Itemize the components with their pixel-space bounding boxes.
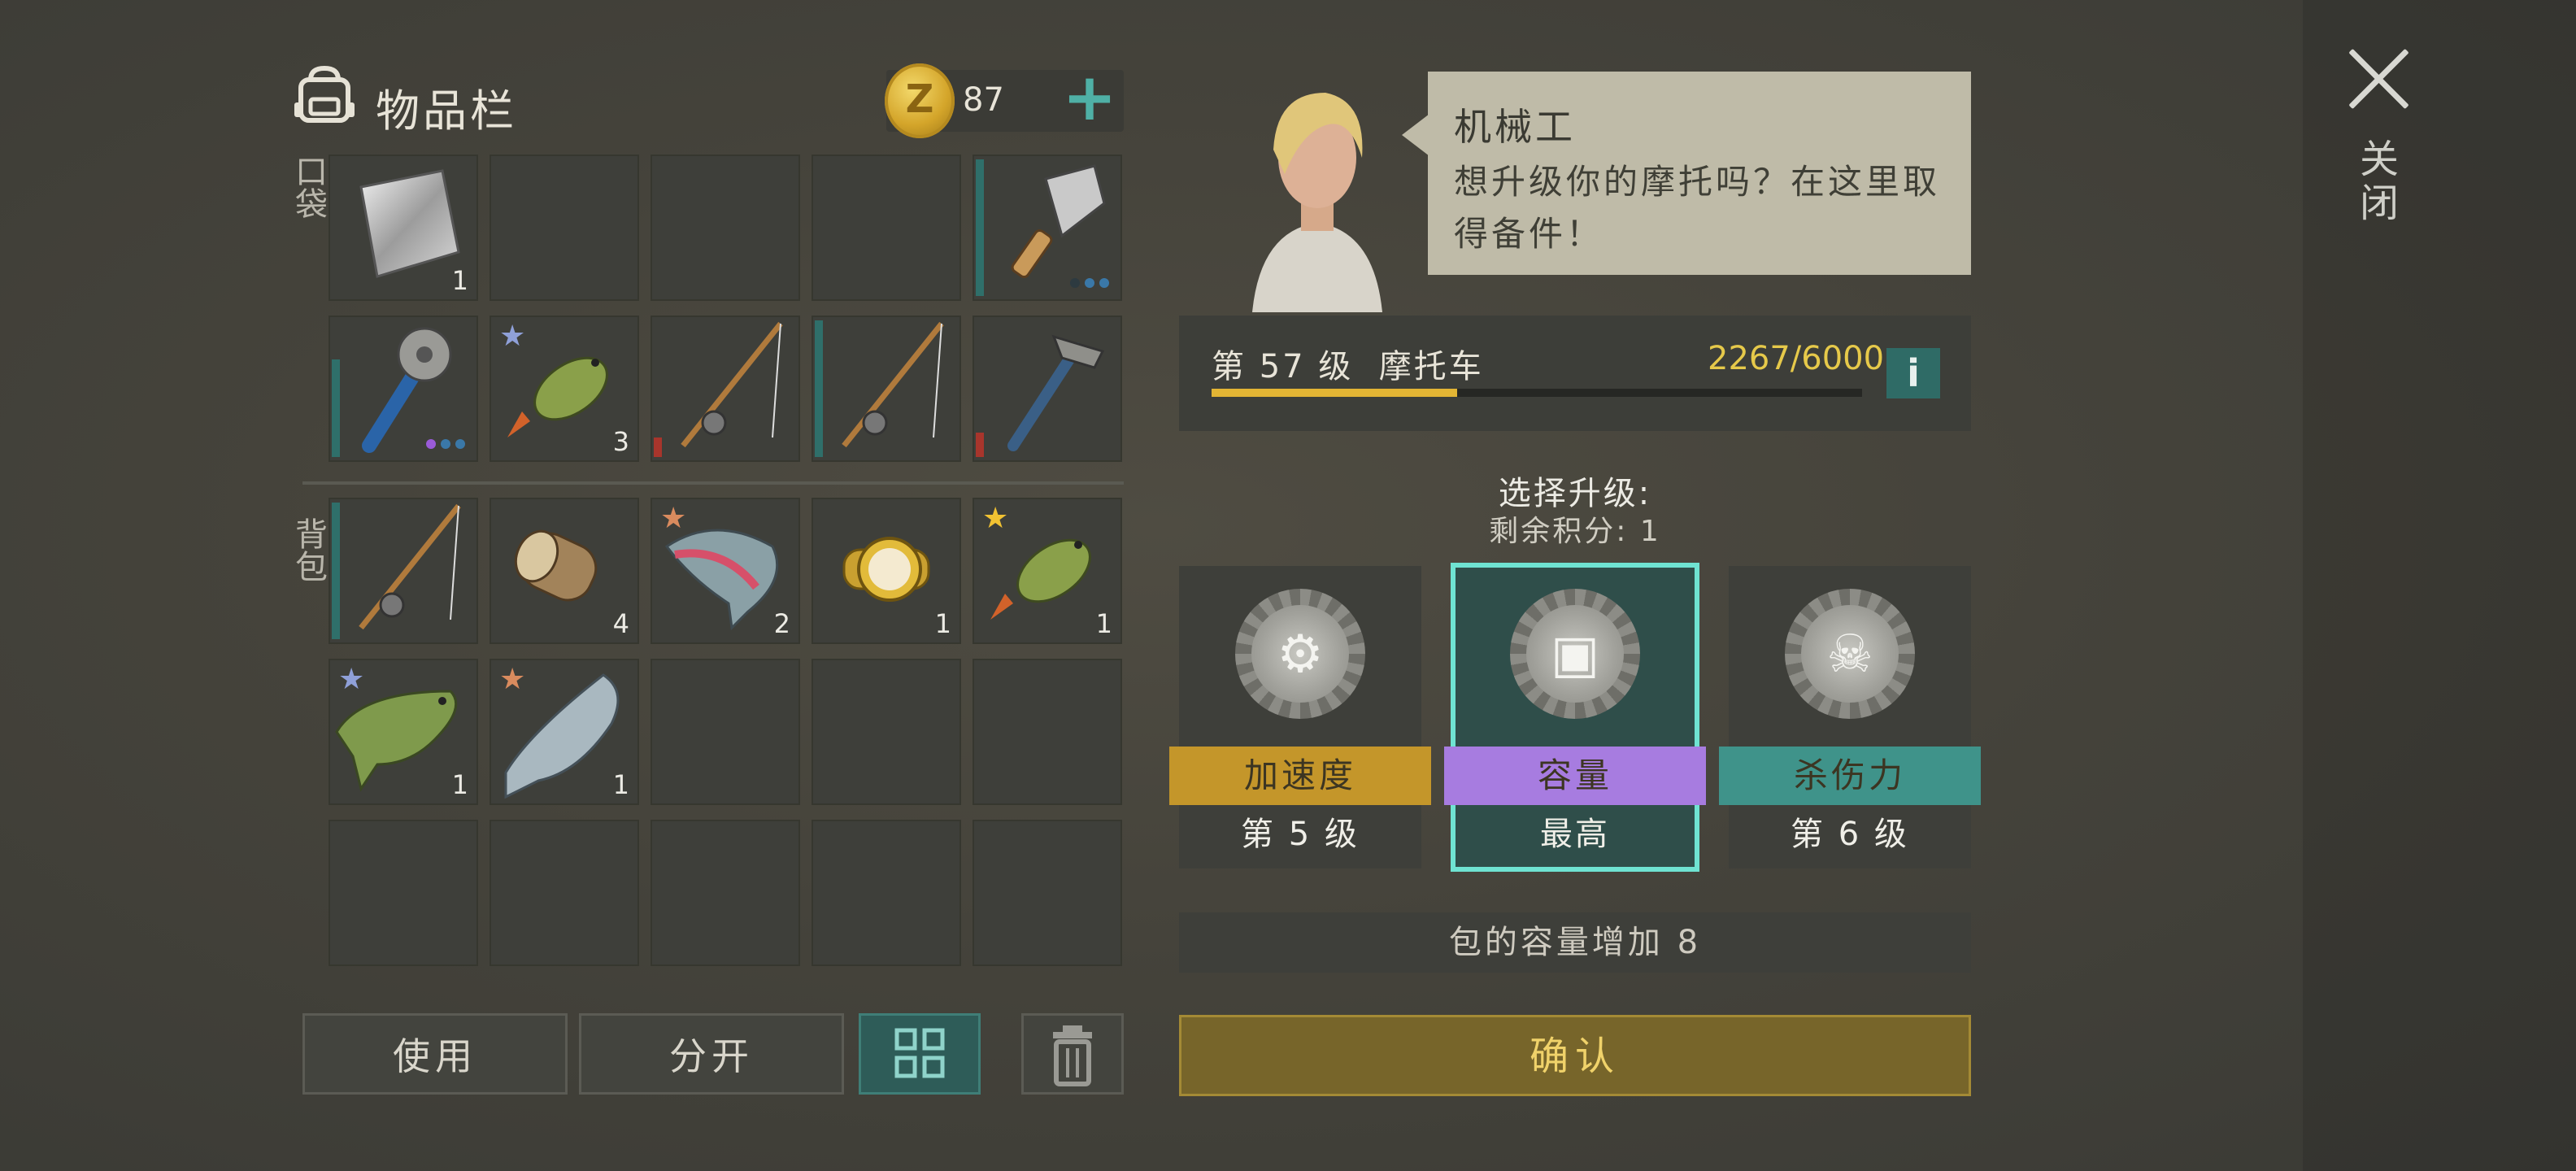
inventory-slot[interactable]	[329, 820, 478, 966]
inventory-slot[interactable]: ★ 2	[651, 498, 800, 644]
upgrade-orb: ⚙	[1235, 589, 1365, 719]
skull-icon: ☠	[1826, 625, 1873, 685]
hatchet-icon	[1007, 334, 1105, 451]
rarity-star-icon: ★	[660, 502, 687, 535]
inventory-slot[interactable]	[651, 820, 800, 966]
upgrade-label: 加速度	[1169, 747, 1431, 805]
close-label[interactable]: 关闭	[2352, 138, 2399, 226]
delete-button[interactable]	[1021, 1013, 1124, 1095]
inventory-slot[interactable]	[812, 316, 961, 462]
upgrade-card-damage[interactable]: ☠ 杀伤力 第 6 级	[1719, 566, 1981, 868]
item-count: 4	[612, 608, 629, 639]
rarity-star-icon: ★	[499, 320, 526, 353]
inventory-title: 物品栏	[376, 85, 517, 137]
inventory-slot[interactable]: ★ 1	[490, 659, 639, 805]
inventory-slot[interactable]: ★ 3	[490, 316, 639, 462]
npc-message: 想升级你的摩托吗？在这里取得备件！	[1454, 162, 1941, 254]
quality-dots	[1070, 278, 1109, 288]
rarity-star-icon: ★	[499, 663, 526, 696]
vehicle-xp: 2267/6000	[1708, 340, 1885, 377]
upgrade-card-acceleration[interactable]: ⚙ 加速度 第 5 级	[1169, 566, 1431, 868]
xp-progress-track	[1212, 389, 1862, 397]
capacity-bag-icon: ▣	[1550, 625, 1600, 685]
rarity-star-icon: ★	[338, 663, 365, 696]
backpack-icon	[294, 65, 355, 123]
inventory-slot[interactable]: ★ 1	[329, 659, 478, 805]
coin-icon: Z	[885, 63, 955, 138]
split-button[interactable]: 分开	[579, 1013, 844, 1095]
item-count: 1	[451, 265, 468, 296]
inventory-slot[interactable]	[973, 820, 1122, 966]
item-count: 1	[612, 769, 629, 800]
inventory-slot[interactable]	[651, 316, 800, 462]
durability-bar	[976, 433, 984, 457]
right-panel-strip	[2303, 0, 2576, 1171]
upgrade-orb: ☠	[1785, 589, 1915, 719]
durability-bar	[815, 320, 823, 457]
upgrade-label: 容量	[1444, 747, 1706, 805]
fishing-rod-icon	[681, 321, 783, 448]
pocket-label: 口袋	[289, 155, 327, 220]
xp-progress-fill	[1212, 389, 1458, 397]
rarity-star-icon: ★	[982, 502, 1009, 535]
item-count: 3	[612, 426, 629, 457]
mechanic-portrait	[1252, 93, 1382, 312]
inventory-slot[interactable]	[651, 155, 800, 301]
inventory-slot[interactable]	[973, 155, 1122, 301]
use-button[interactable]: 使用	[302, 1013, 568, 1095]
grid-icon	[894, 1028, 945, 1078]
upgrade-level: 最高	[1540, 816, 1610, 853]
inventory-slot[interactable]: 4	[490, 498, 639, 644]
acceleration-icon: ⚙	[1277, 625, 1324, 685]
inventory-slot[interactable]	[812, 155, 961, 301]
inventory-slot[interactable]	[490, 820, 639, 966]
vehicle-level: 第 57 级	[1212, 348, 1354, 385]
inventory-slot[interactable]: 1	[812, 498, 961, 644]
upgrade-orb: ▣	[1510, 589, 1640, 719]
inventory-slot[interactable]	[973, 316, 1122, 462]
coin-symbol: Z	[905, 76, 934, 122]
durability-bar	[976, 159, 984, 296]
inventory-slot[interactable]	[329, 498, 478, 644]
vehicle-level-title: 第 57 级 摩托车	[1212, 340, 1484, 387]
trash-icon	[1053, 1025, 1092, 1086]
upgrade-description: 包的容量增加 8	[1179, 912, 1971, 973]
inventory-slot[interactable]	[812, 820, 961, 966]
durability-bar	[332, 359, 340, 457]
fishing-rod-icon	[359, 503, 461, 630]
inventory-slot[interactable]	[329, 316, 478, 462]
info-button[interactable]: i	[1886, 348, 1940, 398]
confirm-button[interactable]: 确认	[1179, 1015, 1971, 1096]
quality-dots	[426, 439, 465, 449]
upgrade-level: 第 6 级	[1791, 816, 1909, 853]
item-count: 1	[451, 769, 468, 800]
fishing-rod-icon	[842, 321, 944, 448]
speech-bubble-tail	[1402, 114, 1429, 156]
upgrade-label: 杀伤力	[1719, 747, 1981, 805]
coin-count: 87	[963, 81, 1004, 119]
inventory-slot[interactable]	[651, 659, 800, 805]
item-count: 1	[1095, 608, 1112, 639]
inventory-slot[interactable]	[812, 659, 961, 805]
add-coins-button[interactable]: +	[1057, 65, 1122, 130]
inventory-slot[interactable]: 1	[329, 155, 478, 301]
item-count: 2	[773, 608, 790, 639]
inventory-slot[interactable]	[973, 659, 1122, 805]
vehicle-name: 摩托车	[1378, 348, 1484, 385]
item-count: 1	[934, 608, 951, 639]
inventory-slot[interactable]: ★ 1	[973, 498, 1122, 644]
remaining-points: 剩余积分: 1	[1489, 515, 1661, 548]
sort-grid-button[interactable]	[859, 1013, 981, 1095]
npc-name: 机械工	[1454, 105, 1576, 149]
durability-bar	[654, 437, 662, 457]
durability-bar	[332, 503, 340, 639]
pocket-backpack-divider	[302, 481, 1124, 485]
inventory-slot[interactable]	[490, 155, 639, 301]
upgrade-card-capacity[interactable]: ▣ 容量 最高	[1444, 563, 1706, 872]
backpack-label: 背包	[289, 517, 327, 582]
close-icon[interactable]	[2342, 42, 2415, 115]
upgrade-level: 第 5 级	[1241, 816, 1360, 853]
